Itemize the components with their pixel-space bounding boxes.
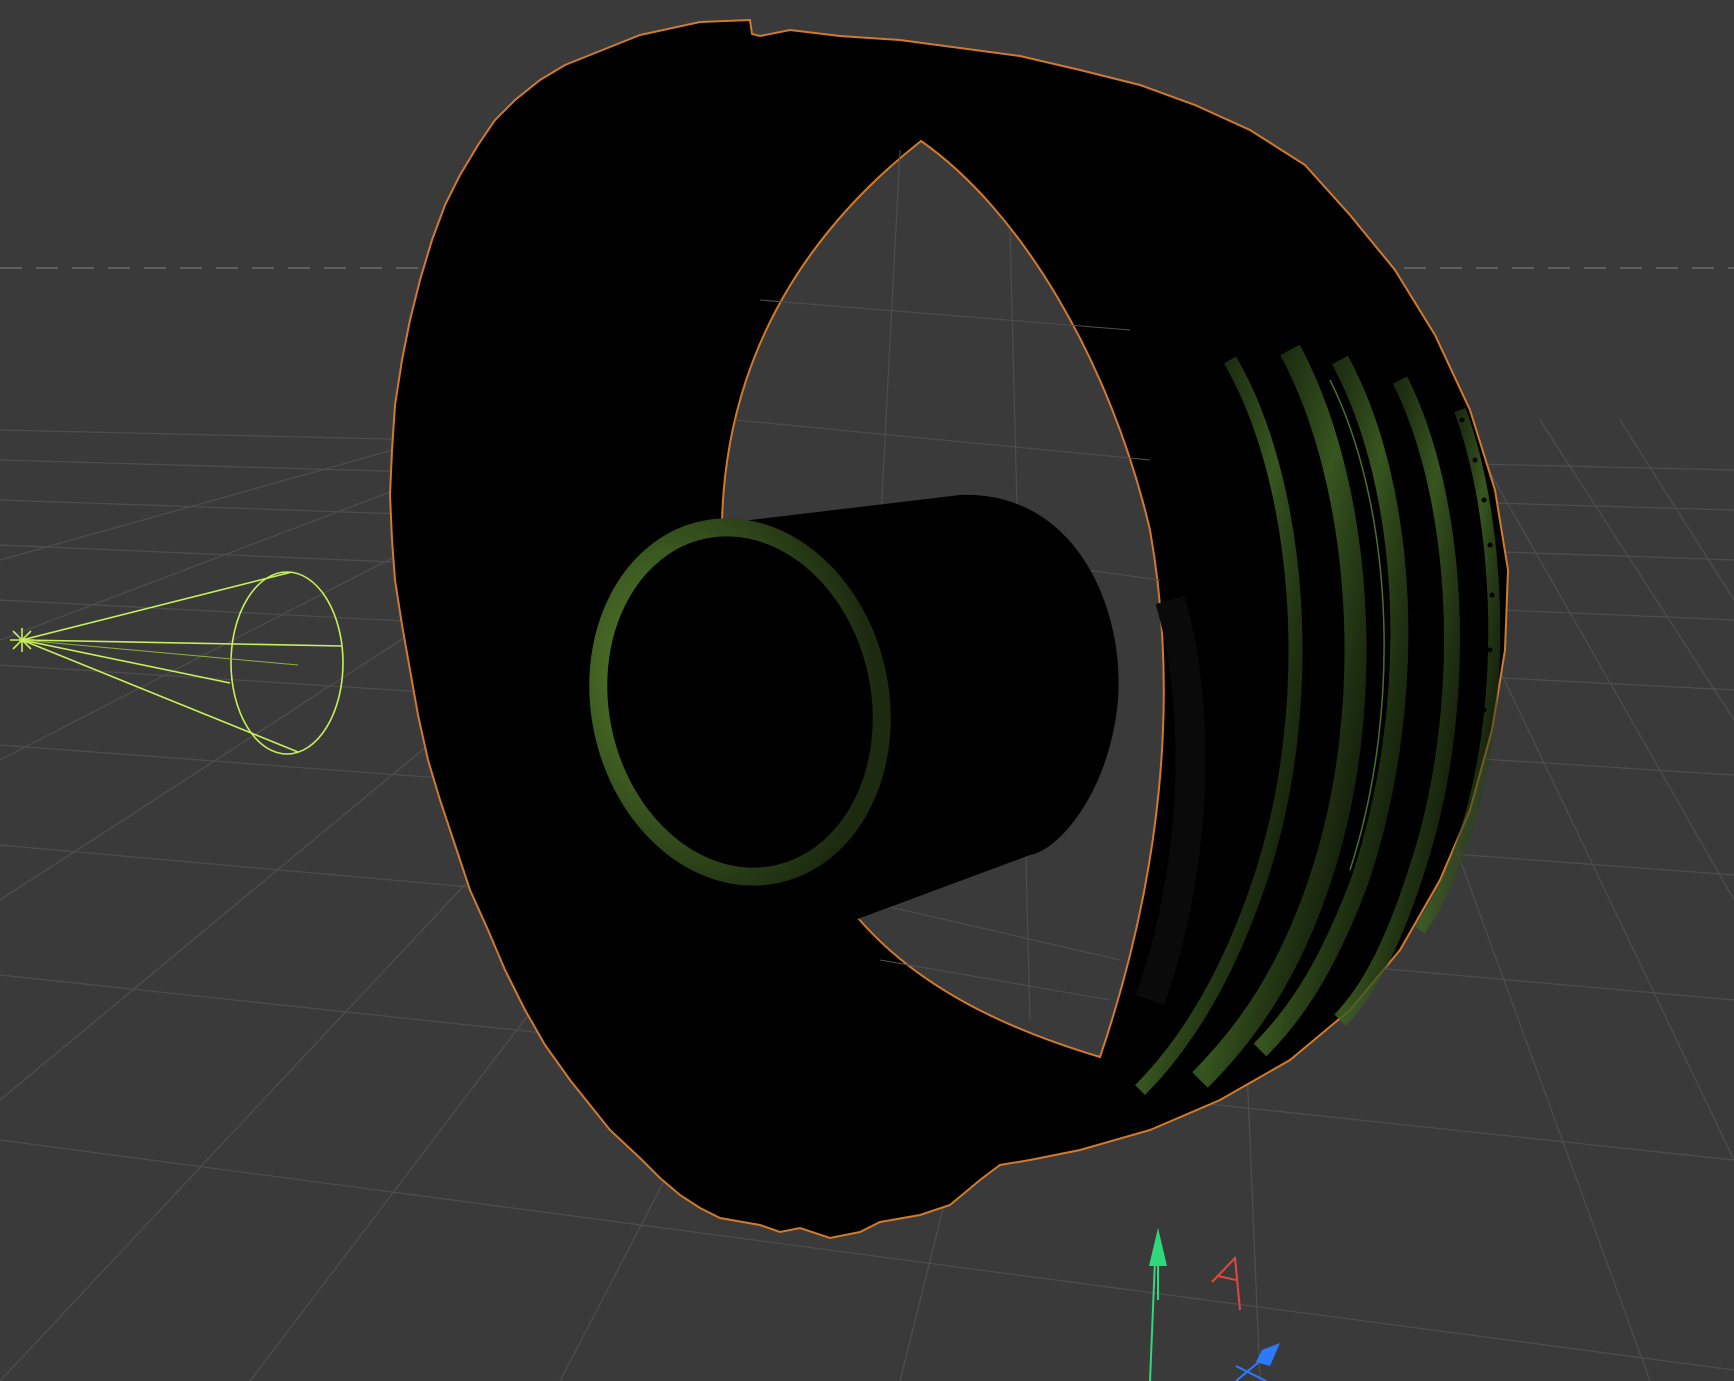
light-source-icon (10, 628, 34, 652)
3d-viewport[interactable] (0, 0, 1734, 1381)
viewport-canvas (0, 0, 1734, 1381)
